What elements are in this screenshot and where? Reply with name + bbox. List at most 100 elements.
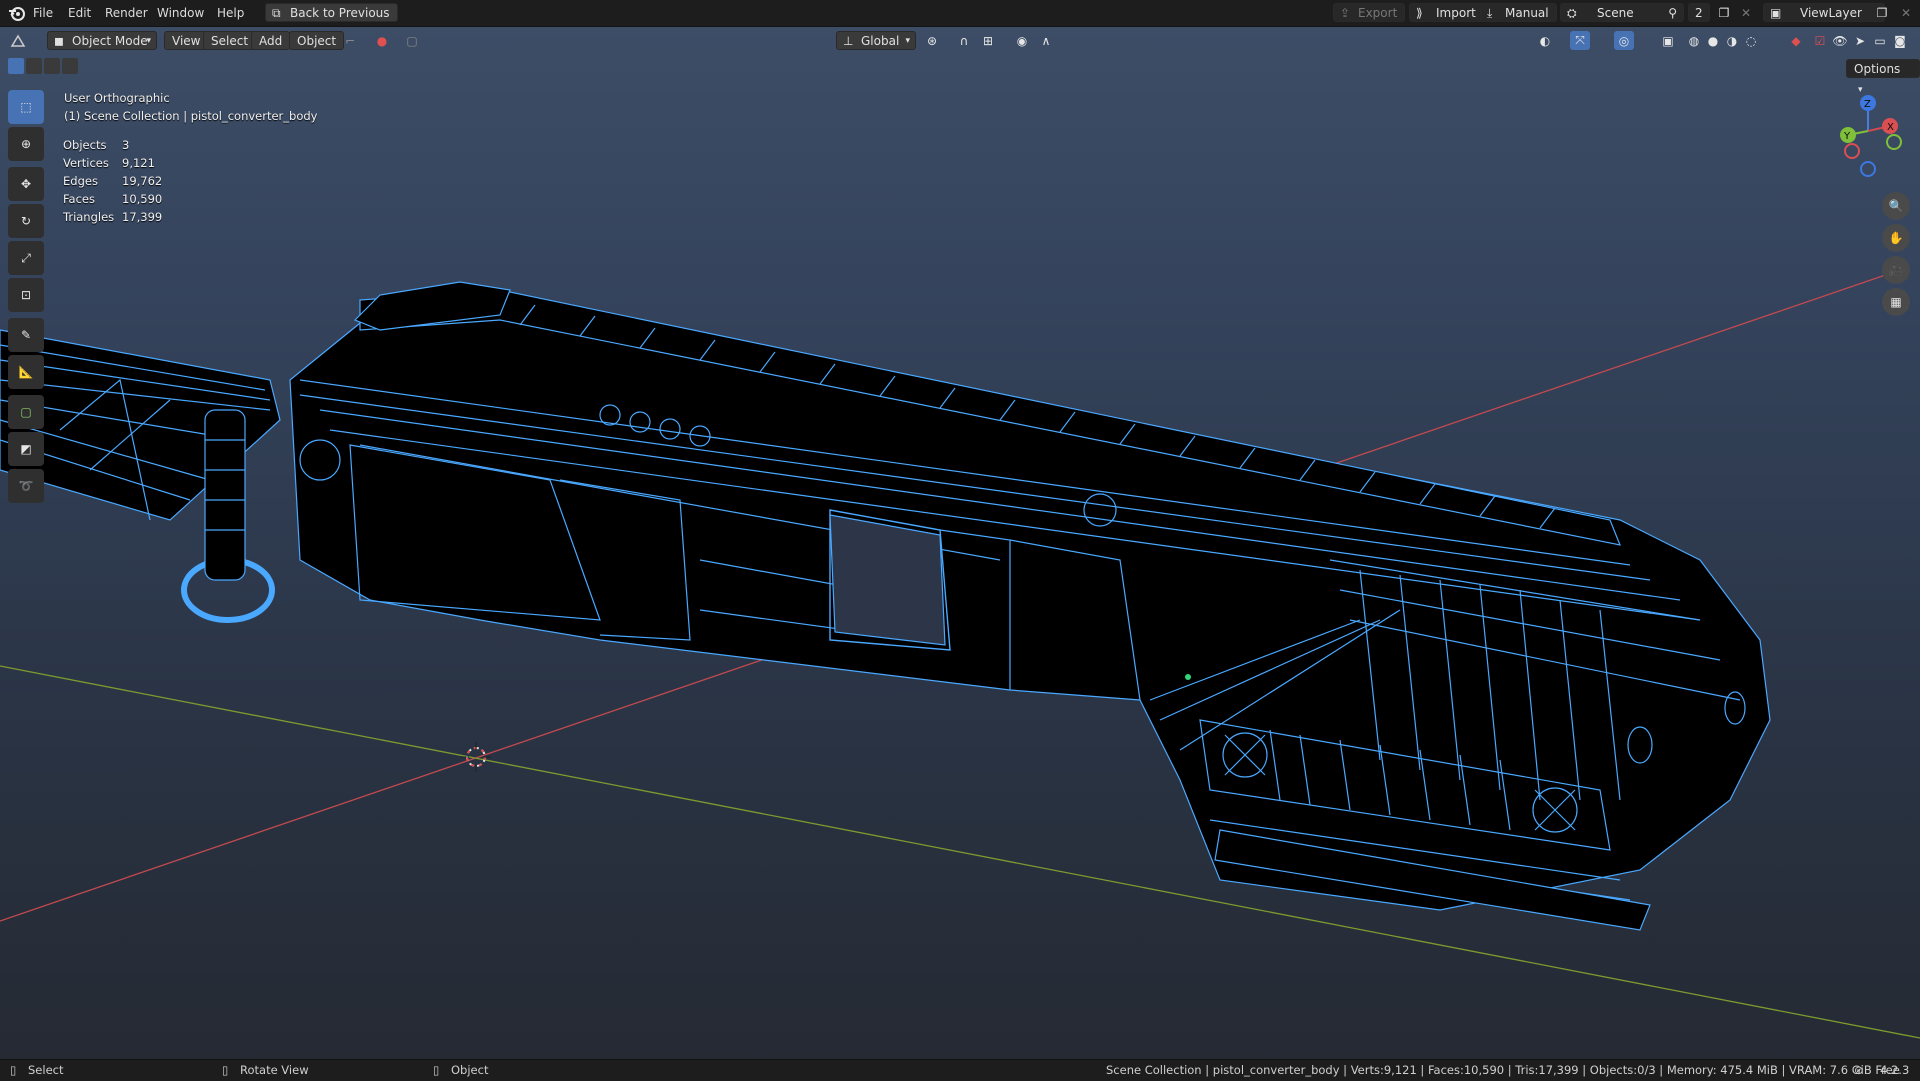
annotate-tool[interactable]: ✎: [8, 318, 44, 352]
proportional-editing-icon[interactable]: ◉: [1012, 31, 1032, 50]
select-menu[interactable]: Select: [203, 31, 257, 50]
download-icon: ⤓: [1487, 6, 1493, 20]
eye-icon[interactable]: 👁: [1830, 31, 1850, 50]
3d-viewport[interactable]: ◼ Object Mode ▾ View Select Add Object ⌐…: [0, 27, 1920, 1059]
menu-help[interactable]: Help: [212, 4, 249, 22]
monitor-icon[interactable]: ▭: [1870, 31, 1890, 50]
xray-toggle-icon[interactable]: ▣: [1658, 31, 1678, 50]
options-button[interactable]: Options ▾: [1846, 59, 1920, 95]
transform-tool[interactable]: ⊡: [8, 278, 44, 312]
zoom-view-icon[interactable]: 🔍: [1882, 192, 1910, 220]
move-icon: ✥: [20, 177, 32, 191]
checkbox-icon[interactable]: ☑: [1810, 31, 1830, 50]
gizmo-toggle-icon[interactable]: ⤧: [1570, 31, 1590, 50]
status-rotate: Rotate View: [240, 1063, 309, 1077]
select-new-icon[interactable]: [8, 58, 24, 74]
select-mode-buttons: [8, 58, 78, 74]
scale-tool[interactable]: ⤢: [8, 241, 44, 275]
manual-label: Manual: [1505, 6, 1549, 20]
menu-file[interactable]: File: [28, 4, 58, 22]
move-tool[interactable]: ✥: [8, 167, 44, 201]
scene-user-count[interactable]: 2: [1688, 3, 1710, 22]
import-icon: ⟫: [1416, 6, 1423, 20]
orientation-icon: ⊥: [843, 34, 854, 48]
select-intersect-icon[interactable]: [62, 58, 78, 74]
viewlayer-icon: ▣: [1770, 6, 1782, 20]
view-menu[interactable]: View: [164, 31, 209, 50]
select-extend-icon[interactable]: [26, 58, 42, 74]
rendered-shading-icon[interactable]: ◌: [1741, 31, 1761, 50]
snap-icon[interactable]: ∩: [954, 31, 974, 50]
back-to-previous-label: Back to Previous: [290, 6, 390, 20]
navigation-gizmo[interactable]: Z X Y: [1830, 89, 1910, 179]
scene-selector[interactable]: ⛭ Scene ⚲: [1560, 3, 1684, 22]
screen-back-icon: ⧉: [272, 6, 281, 20]
orientation-label: Global: [861, 34, 900, 48]
new-viewlayer-icon[interactable]: ❐: [1872, 3, 1892, 22]
export-label: Export: [1358, 6, 1398, 20]
pin-icon[interactable]: ⚲: [1668, 4, 1677, 23]
editor-type-icon[interactable]: [8, 31, 28, 50]
menu-window[interactable]: Window: [152, 4, 209, 22]
gizmo-active-icon[interactable]: ◆: [1786, 31, 1806, 50]
stats-row: Objects 3: [63, 136, 162, 154]
import-button[interactable]: ⟫ Import: [1409, 3, 1484, 22]
stat-value: 10,590: [122, 192, 163, 206]
new-scene-icon[interactable]: ❐: [1714, 3, 1734, 22]
viewport-header: ◼ Object Mode ▾ View Select Add Object ⌐…: [0, 27, 1920, 53]
select-cursor-icon[interactable]: ➤: [1850, 31, 1870, 50]
mode-selector[interactable]: ◼ Object Mode ▾: [47, 31, 157, 50]
stat-label: Objects: [63, 138, 107, 152]
material-shading-icon[interactable]: ◑: [1722, 31, 1742, 50]
camera-icon[interactable]: ◙: [1890, 31, 1910, 50]
export-button[interactable]: ⇪ Export: [1333, 3, 1406, 22]
export-icon: ⇪: [1340, 6, 1351, 20]
close-scene-icon[interactable]: ✕: [1736, 3, 1756, 22]
neg-y-axis-icon[interactable]: [1886, 134, 1902, 150]
visibility-selectability-icon[interactable]: ◐: [1535, 31, 1555, 50]
select-box-tool[interactable]: ⬚: [8, 90, 44, 124]
viewlayer-selector[interactable]: ▣ ViewLayer: [1763, 3, 1885, 22]
stats-row: Faces 10,590: [63, 190, 162, 208]
measure-tool[interactable]: 📐: [8, 355, 44, 389]
proportional-color-icon[interactable]: ●: [372, 31, 392, 50]
menu-edit[interactable]: Edit: [63, 4, 96, 22]
shrink-fatten-tool[interactable]: ➰: [8, 469, 44, 503]
wireframe-shading-icon[interactable]: ◍: [1684, 31, 1704, 50]
snap-increment-icon[interactable]: ⊞: [978, 31, 998, 50]
view-name: User Orthographic: [64, 91, 170, 105]
3d-cursor-icon[interactable]: [461, 742, 491, 772]
neg-z-axis-icon[interactable]: [1860, 161, 1876, 177]
blender-logo-icon[interactable]: [8, 4, 26, 22]
stats-table: Objects 3 Vertices 9,121 Edges 19,762 Faces…: [63, 136, 162, 226]
back-to-previous-button[interactable]: ⧉ Back to Previous: [265, 3, 398, 22]
shear-icon: ◩: [20, 442, 32, 456]
shear-tool[interactable]: ◩: [8, 432, 44, 466]
object-mode-icon: ◼: [54, 34, 64, 48]
orientation-selector[interactable]: ⊥ Global ▾: [836, 31, 916, 50]
pan-view-icon[interactable]: ✋: [1882, 224, 1910, 252]
cursor-tool[interactable]: ⊕: [8, 127, 44, 161]
object-menu[interactable]: Object: [289, 31, 345, 50]
stats-row: Triangles 17,399: [63, 208, 162, 226]
close-viewlayer-icon[interactable]: ✕: [1896, 3, 1916, 22]
pivot-point-icon[interactable]: ⊛: [922, 31, 942, 50]
menu-render[interactable]: Render: [100, 4, 153, 22]
transform-affect-icon[interactable]: ▢: [402, 31, 422, 50]
add-cube-tool[interactable]: ▢: [8, 395, 44, 429]
falloff-icon[interactable]: ∧: [1036, 31, 1056, 50]
solid-shading-icon[interactable]: ●: [1703, 31, 1723, 50]
snap-transform-icon[interactable]: ⌐: [340, 31, 360, 50]
manual-button[interactable]: ⤓ Manual: [1480, 3, 1557, 22]
rotate-tool[interactable]: ↻: [8, 204, 44, 238]
annotate-icon: ✎: [20, 328, 32, 342]
scene-statistics: Scene Collection | pistol_converter_body…: [1106, 1063, 1900, 1077]
camera-view-icon[interactable]: 🎥: [1882, 256, 1910, 284]
select-subtract-icon[interactable]: [44, 58, 60, 74]
stats-row: Vertices 9,121: [63, 154, 162, 172]
add-menu[interactable]: Add: [251, 31, 291, 50]
overlays-toggle-icon[interactable]: ◎: [1614, 31, 1634, 50]
x-axis-label: X: [1887, 122, 1894, 133]
toggle-perspective-icon[interactable]: ▦: [1882, 288, 1910, 316]
neg-x-axis-icon[interactable]: [1844, 143, 1860, 159]
